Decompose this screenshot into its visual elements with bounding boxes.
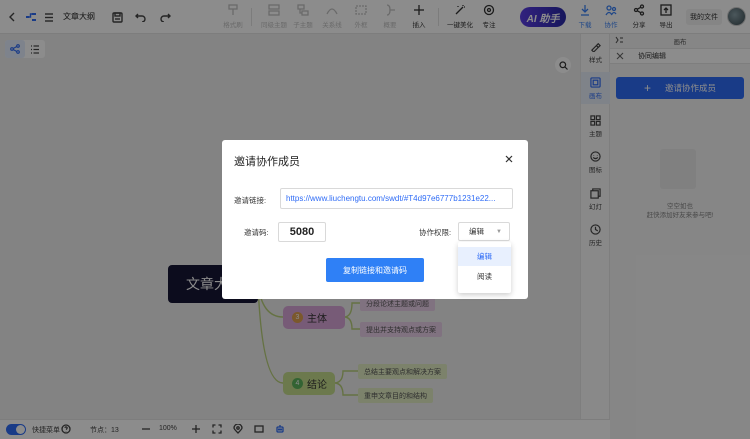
permission-option-read[interactable]: 阅读 <box>458 267 511 286</box>
close-icon[interactable] <box>503 153 515 165</box>
modal-title: 邀请协作成员 <box>234 156 300 168</box>
permission-select[interactable]: 编辑 ▼ <box>458 222 510 241</box>
invite-link-label: 邀请链接: <box>234 196 267 205</box>
permission-label: 协作权限: <box>419 228 452 237</box>
invite-code-label: 邀请码: <box>244 228 269 237</box>
invite-link-field[interactable]: https://www.liuchengtu.com/swdt/#T4d97e6… <box>280 188 513 209</box>
chevron-down-icon: ▼ <box>496 229 502 235</box>
copy-link-and-code-button[interactable]: 复制链接和邀请码 <box>326 258 424 282</box>
permission-dropdown: 编辑 阅读 <box>458 242 511 293</box>
invite-code-field[interactable]: 5080 <box>278 222 326 242</box>
permission-option-edit[interactable]: 编辑 <box>458 247 511 266</box>
permission-selected-value: 编辑 <box>469 227 484 236</box>
